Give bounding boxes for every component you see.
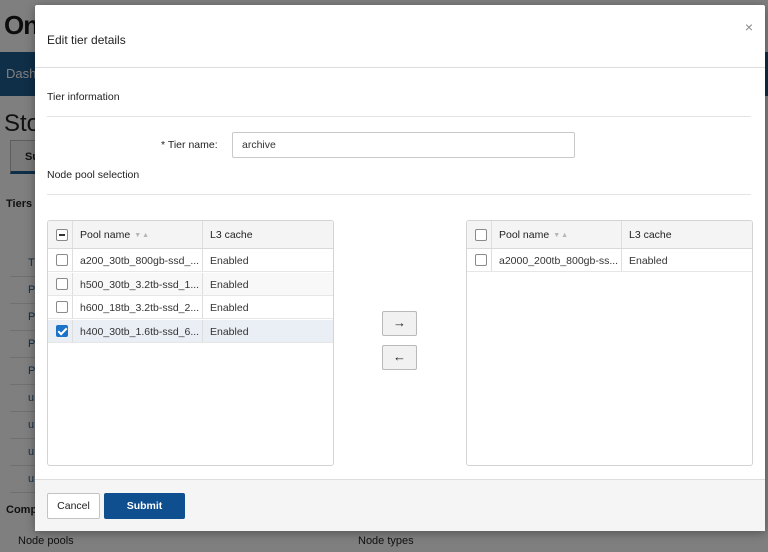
column-separator — [202, 296, 203, 318]
table-row[interactable]: h500_30tb_3.2tb-ssd_1... Enabled — [48, 272, 333, 296]
column-separator — [72, 272, 73, 295]
l3-cache-column-header[interactable]: L3 cache — [629, 229, 672, 241]
l3-cache-cell: Enabled — [210, 302, 249, 314]
node-pool-selection-title: Node pool selection — [47, 169, 140, 181]
row-checkbox[interactable] — [56, 254, 68, 266]
available-pools-grid: Pool name ▼▲ L3 cache a200_30tb_800gb-ssd… — [47, 220, 334, 466]
sort-icon[interactable]: ▼▲ — [134, 232, 150, 239]
tier-name-label: * Tier name: — [161, 139, 218, 151]
edit-tier-dialog: Edit tier details × Tier information * T… — [35, 5, 765, 531]
pool-name-column-header[interactable]: Pool name ▼▲ — [80, 229, 150, 241]
row-checkbox[interactable] — [56, 277, 68, 290]
select-all-checkbox[interactable] — [56, 229, 68, 241]
grid-header: Pool name ▼▲ L3 cache — [48, 221, 333, 249]
dialog-footer: Cancel Submit — [35, 479, 765, 531]
move-right-button[interactable]: → — [382, 311, 417, 336]
pool-name-header-label: Pool name — [499, 229, 550, 241]
submit-button[interactable]: Submit — [104, 493, 185, 519]
table-row[interactable]: h400_30tb_1.6tb-ssd_6... Enabled — [48, 319, 333, 343]
pool-name-column-header[interactable]: Pool name ▼▲ — [499, 229, 569, 241]
column-separator — [72, 221, 73, 248]
row-checkbox[interactable] — [56, 324, 68, 337]
pool-name-cell: h600_18tb_3.2tb-ssd_2... — [80, 302, 200, 314]
select-all-checkbox[interactable] — [475, 229, 487, 241]
move-left-button[interactable]: ← — [382, 345, 417, 370]
required-marker: * — [161, 139, 166, 151]
column-separator — [621, 249, 622, 271]
row-checkbox[interactable] — [56, 301, 68, 313]
pool-name-cell: a2000_200tb_800gb-ss... — [499, 255, 619, 267]
column-separator — [72, 296, 73, 318]
grid-header: Pool name ▼▲ L3 cache — [467, 221, 752, 249]
cancel-button[interactable]: Cancel — [47, 493, 100, 519]
tier-information-title: Tier information — [47, 91, 120, 103]
table-row[interactable]: h600_18tb_3.2tb-ssd_2... Enabled — [48, 296, 333, 319]
column-separator — [202, 272, 203, 295]
table-row[interactable]: a2000_200tb_800gb-ss... Enabled — [467, 249, 752, 272]
l3-cache-cell: Enabled — [210, 325, 249, 338]
column-separator — [72, 319, 73, 342]
close-icon[interactable]: × — [745, 19, 753, 35]
column-separator — [491, 221, 492, 248]
tier-name-label-text: Tier name: — [167, 139, 218, 151]
sort-icon[interactable]: ▼▲ — [553, 232, 569, 239]
row-checkbox[interactable] — [475, 254, 487, 266]
tier-name-input[interactable] — [232, 132, 575, 158]
column-separator — [72, 249, 73, 271]
section-divider — [47, 194, 751, 195]
dialog-header: Edit tier details × — [35, 5, 765, 68]
l3-cache-column-header[interactable]: L3 cache — [210, 229, 253, 241]
selected-pools-grid: Pool name ▼▲ L3 cache a2000_200tb_800gb-s… — [466, 220, 753, 466]
pool-name-cell: h500_30tb_3.2tb-ssd_1... — [80, 278, 200, 291]
pool-name-cell: h400_30tb_1.6tb-ssd_6... — [80, 325, 200, 338]
column-separator — [491, 249, 492, 271]
column-separator — [202, 249, 203, 271]
pool-name-header-label: Pool name — [80, 229, 131, 241]
section-divider — [47, 116, 751, 117]
table-row[interactable]: a200_30tb_800gb-ssd_... Enabled — [48, 249, 333, 272]
l3-cache-cell: Enabled — [210, 278, 249, 291]
column-separator — [621, 221, 622, 248]
l3-cache-cell: Enabled — [210, 255, 249, 267]
l3-cache-cell: Enabled — [629, 255, 668, 267]
column-separator — [202, 319, 203, 342]
column-separator — [202, 221, 203, 248]
pool-name-cell: a200_30tb_800gb-ssd_... — [80, 255, 200, 267]
dialog-title: Edit tier details — [47, 33, 126, 47]
